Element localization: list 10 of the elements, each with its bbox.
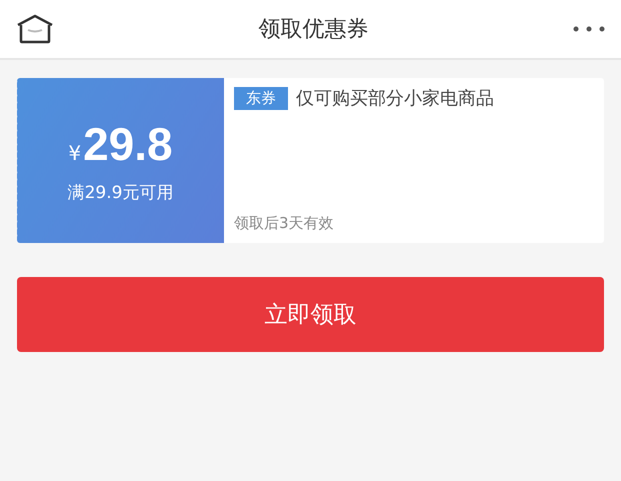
- coupon-validity: 领取后3天有效: [234, 214, 335, 233]
- coupon-description: 仅可购买部分小家电商品: [296, 87, 494, 110]
- page-title: 领取优惠券: [258, 16, 368, 44]
- claim-button[interactable]: 立即领取: [17, 277, 604, 352]
- coupon-tag: 东券: [234, 86, 288, 110]
- more-icon[interactable]: [573, 26, 605, 32]
- currency-symbol: ¥: [68, 141, 82, 165]
- coupon-condition: 满29.9元可用: [68, 182, 174, 204]
- home-icon[interactable]: [16, 14, 54, 44]
- coupon-amount: 29.8: [83, 117, 173, 171]
